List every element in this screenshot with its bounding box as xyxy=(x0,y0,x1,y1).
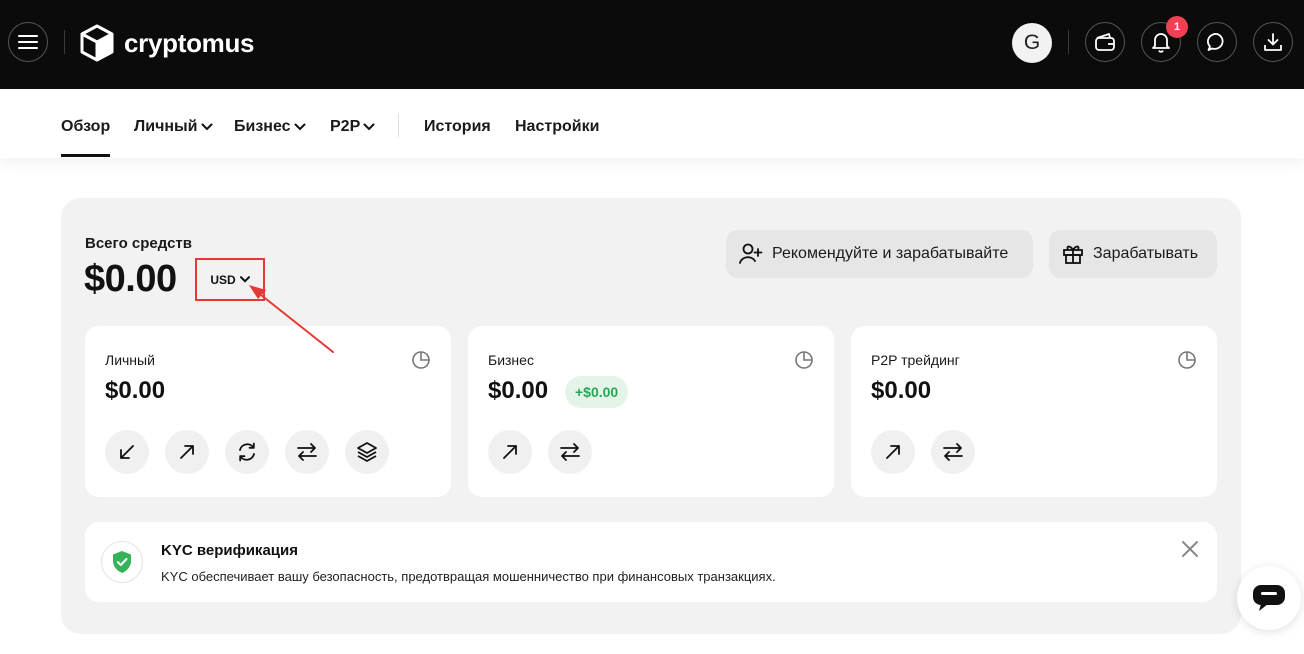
nav-divider xyxy=(398,113,399,137)
transfer-icon xyxy=(943,443,963,461)
send-button[interactable] xyxy=(871,430,915,474)
brand-name: cryptomus xyxy=(124,27,255,58)
divider xyxy=(64,30,65,54)
chevron-down-icon xyxy=(201,123,213,131)
refresh-icon xyxy=(239,442,255,462)
arrow-up-right-icon xyxy=(180,445,194,459)
business-wallet-card[interactable]: Бизнес $0.00 +$0.00 xyxy=(468,326,834,497)
avatar[interactable]: G xyxy=(1012,23,1052,63)
pie-chart-icon[interactable] xyxy=(411,350,431,370)
active-tab-indicator xyxy=(61,154,110,157)
download-icon xyxy=(1264,33,1282,51)
exchange-button[interactable] xyxy=(225,430,269,474)
kyc-shield-container xyxy=(101,541,143,583)
menu-icon xyxy=(18,35,38,49)
change-badge: +$0.00 xyxy=(565,376,629,408)
transfer-button[interactable] xyxy=(285,430,329,474)
refer-and-earn-label: Рекомендуйте и зарабатывайте xyxy=(772,245,1009,262)
card-title: Бизнес xyxy=(488,352,534,368)
menu-button[interactable] xyxy=(8,22,48,62)
nav-tab-label: Бизнес xyxy=(234,118,291,135)
main-nav: Обзор Личный Бизнес P2P История Настройк… xyxy=(0,89,1304,158)
refer-and-earn-button[interactable]: Рекомендуйте и зарабатывайте xyxy=(726,230,1033,278)
nav-tab-p2p[interactable]: P2P xyxy=(330,117,375,137)
nav-tab-settings[interactable]: Настройки xyxy=(515,117,599,137)
personal-wallet-card[interactable]: Личный $0.00 xyxy=(85,326,451,497)
p2p-wallet-card[interactable]: P2P трейдинг $0.00 xyxy=(851,326,1217,497)
chevron-down-icon xyxy=(239,276,250,283)
arrow-up-right-icon xyxy=(886,445,900,459)
nav-tab-label: Настройки xyxy=(515,118,600,135)
currency-value: USD xyxy=(210,272,236,287)
currency-selector[interactable]: USD xyxy=(195,258,265,301)
card-amount: $0.00 xyxy=(488,377,549,404)
arrow-down-left-icon xyxy=(120,445,134,459)
total-balance-amount: $0.00 xyxy=(84,258,177,300)
nav-tab-business[interactable]: Бизнес xyxy=(234,117,306,137)
staking-button[interactable] xyxy=(345,430,389,474)
card-title: Личный xyxy=(105,352,155,368)
earn-label: Зарабатывать xyxy=(1093,245,1199,262)
receive-button[interactable] xyxy=(105,430,149,474)
chevron-down-icon xyxy=(294,123,306,131)
chat-button[interactable] xyxy=(1197,22,1237,62)
wallet-icon xyxy=(1095,33,1115,51)
kyc-banner[interactable]: KYC верификация KYC обеспечивает вашу бе… xyxy=(85,522,1217,602)
send-button[interactable] xyxy=(488,430,532,474)
nav-tab-label: P2P xyxy=(330,118,361,135)
nav-tab-label: История xyxy=(424,118,491,135)
nav-tab-overview[interactable]: Обзор xyxy=(61,117,110,137)
close-icon[interactable] xyxy=(1181,540,1199,558)
cube-logo-icon xyxy=(80,24,114,62)
card-title: P2P трейдинг xyxy=(871,352,960,368)
card-amount: $0.00 xyxy=(871,377,932,404)
avatar-letter: G xyxy=(1023,31,1041,54)
nav-tab-label: Личный xyxy=(134,118,198,135)
wallet-button[interactable] xyxy=(1085,22,1125,62)
card-amount: $0.00 xyxy=(105,377,166,404)
nav-tab-label: Обзор xyxy=(61,118,111,135)
transfer-icon xyxy=(560,443,580,461)
support-chat-button[interactable] xyxy=(1237,566,1301,630)
notification-count-badge: 1 xyxy=(1166,16,1188,38)
transfer-icon xyxy=(297,443,317,461)
total-balance-label: Всего средств xyxy=(85,235,192,252)
brand-logo[interactable]: cryptomus xyxy=(80,23,255,63)
transfer-button[interactable] xyxy=(548,430,592,474)
chat-bubble-icon xyxy=(1253,585,1285,611)
gift-icon xyxy=(1063,245,1083,264)
top-bar: cryptomus G 1 xyxy=(0,0,1304,89)
nav-tab-history[interactable]: История xyxy=(424,117,491,137)
transfer-button[interactable] xyxy=(931,430,975,474)
pie-chart-icon[interactable] xyxy=(794,350,814,370)
user-plus-icon xyxy=(739,243,763,264)
arrow-up-right-icon xyxy=(503,445,517,459)
chevron-down-icon xyxy=(363,123,375,131)
chat-icon xyxy=(1207,33,1224,51)
kyc-title: KYC верификация xyxy=(161,542,298,559)
pie-chart-icon[interactable] xyxy=(1177,350,1197,370)
kyc-description: KYC обеспечивает вашу безопасность, пред… xyxy=(161,569,776,584)
nav-tab-personal[interactable]: Личный xyxy=(134,117,213,137)
earn-button[interactable]: Зарабатывать xyxy=(1049,230,1217,278)
download-button[interactable] xyxy=(1253,22,1293,62)
shield-check-icon xyxy=(113,551,131,573)
send-button[interactable] xyxy=(165,430,209,474)
divider xyxy=(1068,30,1069,54)
layers-icon xyxy=(357,442,377,462)
